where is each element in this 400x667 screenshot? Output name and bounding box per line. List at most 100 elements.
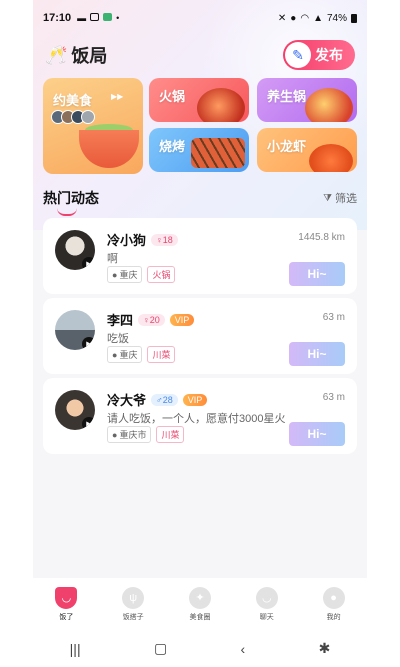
feed-card[interactable]: ▶ 李四 ♀20 VIP 63 m 吃饭 ● 重庆 川菜 Hi~ [43,298,357,374]
app-title: 饭局 [71,46,108,66]
publish-label: 发布 [315,47,343,63]
wifi-icon: ◠ [300,12,310,24]
avatar[interactable]: ▶ [55,310,95,350]
category-grid: 约美食 ▶▶ 火锅 养生锅 烧烤 小龙虾 [43,78,357,174]
category-label: 小龙虾 [267,139,307,154]
system-icons: ✕ ● ◠ ▲ 74% [278,13,357,24]
recent-apps-icon[interactable]: ||| [70,641,81,657]
tag-chips: ● 重庆市 川菜 [107,426,185,443]
health-pot-image [305,88,353,122]
app-screen: 17:10 ▬ • ✕ ● ◠ ▲ 74% 🥂 饭局 ✎ 发布 约美食 ▶▶ 火… [33,0,367,667]
video-icon: ▶ [82,257,95,270]
tab-profile[interactable]: ● 我的 [300,578,367,630]
tab-label: 饭了 [59,613,74,621]
user-name: 冷大爷 [107,393,147,408]
filter-label: 筛选 [335,193,357,205]
chat-icon: ▬ [77,13,87,23]
category-hotpot[interactable]: 火锅 [149,78,249,122]
category-label: 火锅 [159,89,186,104]
video-icon: ▶ [82,417,95,430]
category-chip: 川菜 [147,346,176,363]
app-header: 🥂 饭局 ✎ 发布 [45,38,355,72]
gallery-icon [90,13,100,21]
bottom-tab-bar: ◡ 饭了 ψ 饭搭子 ✦ 美食圈 ◡ 聊天 ● 我的 [33,578,367,630]
vip-badge: VIP [169,313,195,326]
distance: 1445.8 km [298,232,345,243]
gender-age-badge: ♀20 [138,313,165,326]
avatar[interactable]: ▶ [55,230,95,270]
pin-icon: ● [112,269,118,280]
user-info: 冷小狗 ♀18 [107,230,178,249]
location-chip: ● 重庆 [107,266,143,283]
vip-badge: VIP [182,393,208,406]
age: 20 [149,314,160,325]
compass-icon: ✦ [188,586,211,609]
tab-home[interactable]: ◡ 饭了 [33,578,100,630]
post-message: 请人吃饭，一个人，愿意付3000星火 [107,413,286,425]
age: 28 [162,394,173,405]
tab-food-circle[interactable]: ✦ 美食圈 [167,578,234,630]
category-featured-label: 约美食 [53,93,93,108]
post-message: 啊 [107,253,118,265]
category-health-pot[interactable]: 养生锅 [257,78,357,122]
battery-icon [351,13,357,23]
distance: 63 m [322,312,345,323]
bowl-icon [79,130,139,168]
hi-button[interactable]: Hi~ [289,342,345,366]
tab-label: 我的 [326,613,341,621]
location-chip: ● 重庆市 [107,426,152,443]
post-message: 吃饭 [107,333,129,345]
gender-age-badge: ♀18 [151,233,178,246]
accessibility-icon[interactable]: ✱ [319,640,331,657]
bbq-image [191,138,245,168]
age: 18 [162,234,173,245]
avatar-stack [51,110,95,124]
hi-button[interactable]: Hi~ [289,262,345,286]
avatar[interactable]: ▶ [55,390,95,430]
tab-partners[interactable]: ψ 饭搭子 [100,578,167,630]
pin-icon: ● [112,429,118,440]
hotpot-image [197,88,245,122]
home-icon[interactable]: ▢ [154,640,167,657]
tab-label: 聊天 [259,613,274,621]
avatar [81,110,95,124]
filter-button[interactable]: ⧩ 筛选 [323,190,357,206]
bowl-icon: ◡ [55,586,78,609]
pin-icon: ● [112,349,118,360]
mute-icon: ✕ [277,12,287,24]
filter-icon: ⧩ [323,192,332,204]
publish-button[interactable]: ✎ 发布 [283,40,355,70]
user-name: 冷小狗 [107,233,147,248]
video-icon: ▶ [82,337,95,350]
fork-knife-icon: ψ [122,586,145,609]
app-icon [103,13,113,21]
tab-chat[interactable]: ◡ 聊天 [233,578,300,630]
location-icon: ● [290,12,297,24]
hi-button[interactable]: Hi~ [289,422,345,446]
status-time: 17:10 [43,12,72,24]
system-nav-bar: ||| ▢ ‹ ✱ [33,630,367,667]
feed-card[interactable]: ▶ 冷小狗 ♀18 1445.8 km 啊 ● 重庆 火锅 Hi~ [43,218,357,294]
app-logo: 🥂 饭局 [45,42,107,68]
play-arrows-icon: ▶▶ [111,92,124,101]
category-label: 养生锅 [267,89,307,104]
crayfish-image [309,144,353,172]
battery-percent: 74% [326,12,347,24]
chat-icon: ◡ [255,586,278,609]
signal-icon: ▲ [313,12,323,24]
section-title: 热门动态 [43,190,99,216]
category-bbq[interactable]: 烧烤 [149,128,249,172]
gender-icon: ♀ [143,314,150,325]
category-label: 烧烤 [159,139,186,154]
location-chip: ● 重庆 [107,346,143,363]
status-bar: 17:10 ▬ • ✕ ● ◠ ▲ 74% [43,8,357,28]
category-featured[interactable]: 约美食 ▶▶ [43,78,143,174]
user-info: 李四 ♀20 VIP [107,310,195,329]
feed-card[interactable]: ▶ 冷大爷 ♂28 VIP 63 m 请人吃饭，一个人，愿意付3000星火 ● 重… [43,378,357,454]
gender-age-badge: ♂28 [151,393,178,406]
tab-label: 美食圈 [189,613,211,621]
gender-icon: ♂ [156,394,163,405]
category-crayfish[interactable]: 小龙虾 [257,128,357,172]
tag-chips: ● 重庆 火锅 [107,266,176,283]
back-icon[interactable]: ‹ [241,641,246,657]
